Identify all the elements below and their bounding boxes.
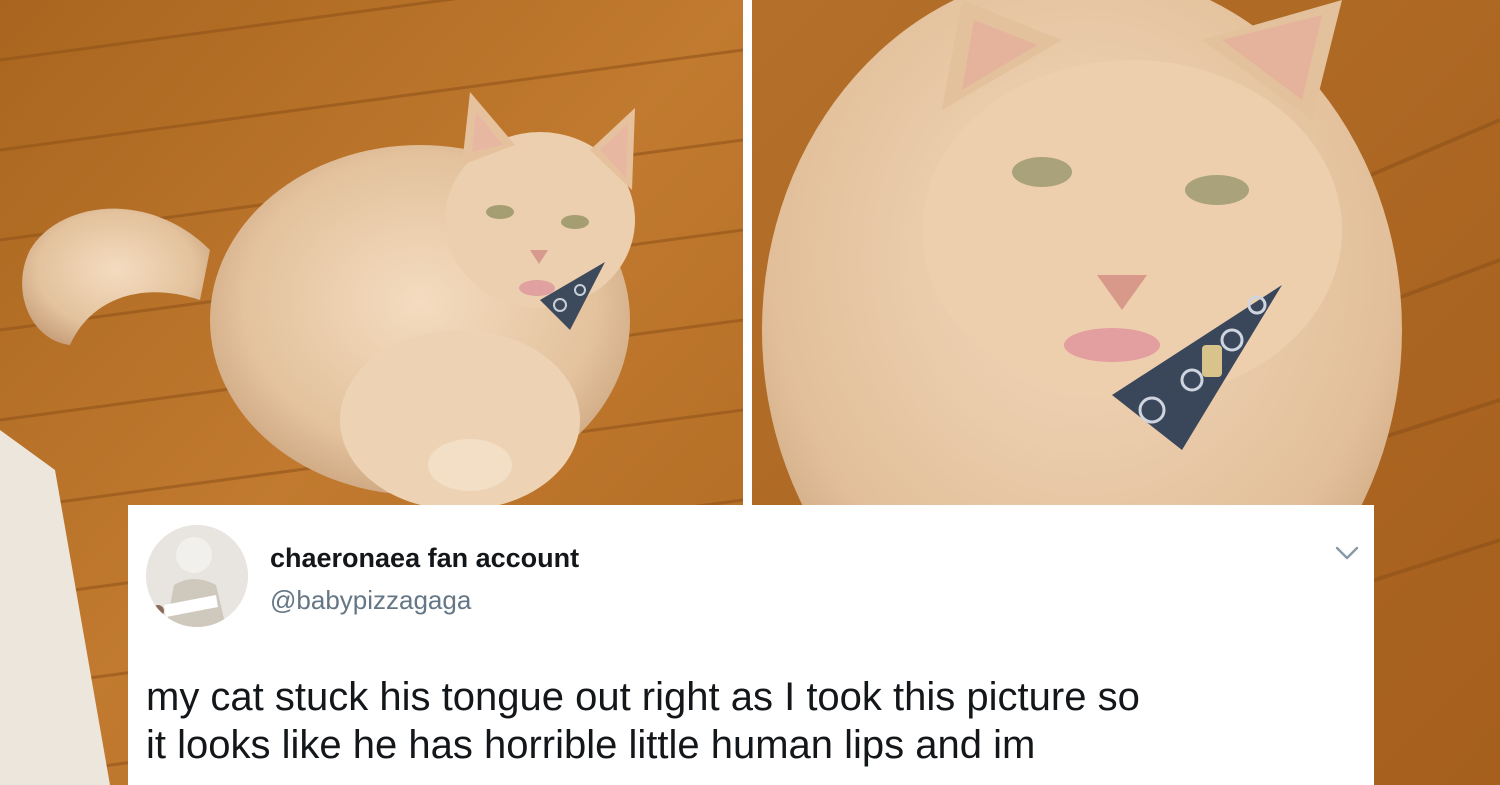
avatar-image <box>146 525 248 627</box>
tweet-text-line-1: my cat stuck his tongue out right as I t… <box>146 675 1140 719</box>
tweet-text: my cat stuck his tongue out right as I t… <box>146 673 1346 769</box>
chevron-down-icon-glyph <box>1335 546 1359 560</box>
meme-image: chaeronaea fan account @babypizzagaga my… <box>0 0 1500 785</box>
author-handle[interactable]: @babypizzagaga <box>270 585 471 616</box>
author-name[interactable]: chaeronaea fan account <box>270 543 579 574</box>
tweet-card: chaeronaea fan account @babypizzagaga my… <box>128 505 1374 785</box>
tweet-text-line-2: it looks like he has horrible little hum… <box>146 723 1036 767</box>
avatar[interactable] <box>146 525 248 627</box>
chevron-down-icon[interactable] <box>1334 543 1360 563</box>
